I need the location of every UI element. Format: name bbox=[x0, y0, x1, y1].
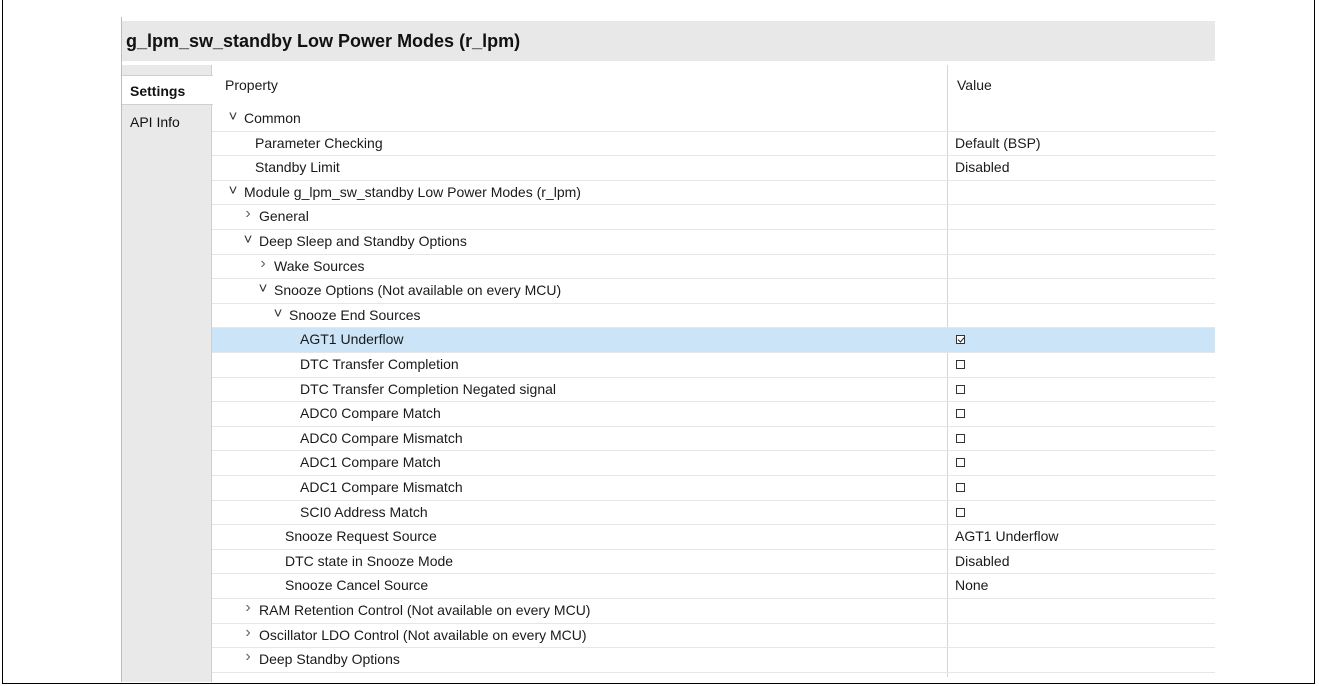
table-row[interactable]: Standby Limit Disabled bbox=[212, 156, 1215, 181]
row-label: Snooze Request Source bbox=[285, 528, 437, 545]
table-row[interactable]: ˅ Common bbox=[212, 107, 1215, 132]
row-label: Module g_lpm_sw_standby Low Power Modes … bbox=[244, 183, 581, 200]
chevron-down-icon[interactable]: ˅ bbox=[241, 231, 255, 248]
chevron-down-icon[interactable]: ˅ bbox=[271, 305, 285, 322]
table-row[interactable]: AGT1 Underflow bbox=[212, 328, 1215, 353]
row-checkbox[interactable] bbox=[956, 483, 965, 492]
table-row[interactable]: Snooze Cancel Source None bbox=[212, 574, 1215, 599]
table-row[interactable]: ˅ Deep Sleep and Standby Options bbox=[212, 230, 1215, 255]
tab-settings[interactable]: Settings bbox=[122, 75, 213, 105]
table-row[interactable]: ADC1 Compare Mismatch bbox=[212, 476, 1215, 501]
chevron-down-icon[interactable]: ˅ bbox=[256, 280, 270, 297]
row-label: ADC1 Compare Match bbox=[300, 454, 441, 471]
row-label: Parameter Checking bbox=[255, 134, 383, 151]
chevron-down-icon[interactable]: ˅ bbox=[226, 108, 240, 125]
table-row[interactable]: › RAM Retention Control (Not available on… bbox=[212, 599, 1215, 624]
table-row[interactable]: Parameter Checking Default (BSP) bbox=[212, 132, 1215, 157]
chevron-down-icon[interactable]: ˅ bbox=[226, 182, 240, 199]
row-checkbox[interactable] bbox=[956, 335, 965, 345]
tab-api-info[interactable]: API Info bbox=[122, 107, 212, 137]
row-label: Snooze End Sources bbox=[289, 306, 421, 323]
table-row[interactable]: ADC0 Compare Mismatch bbox=[212, 427, 1215, 452]
row-value[interactable]: AGT1 Underflow bbox=[955, 528, 1058, 544]
table-row[interactable]: DTC state in Snooze Mode Disabled bbox=[212, 550, 1215, 575]
table-row[interactable]: › Wake Sources bbox=[212, 255, 1215, 280]
row-label: Oscillator LDO Control (Not available on… bbox=[259, 626, 587, 643]
row-label: ADC1 Compare Mismatch bbox=[300, 479, 463, 495]
row-value[interactable]: None bbox=[955, 577, 988, 593]
row-label: RAM Retention Control (Not available on … bbox=[259, 602, 591, 618]
value-column-header[interactable]: Value bbox=[957, 77, 992, 93]
chevron-right-icon[interactable]: › bbox=[241, 624, 255, 642]
table-header: Property Value bbox=[212, 65, 1215, 107]
row-label: ADC0 Compare Mismatch bbox=[300, 429, 463, 446]
row-label: General bbox=[259, 208, 309, 225]
row-label: Deep Standby Options bbox=[259, 651, 400, 668]
table-row[interactable]: ADC1 Compare Match bbox=[212, 451, 1215, 476]
row-checkbox[interactable] bbox=[956, 360, 965, 369]
table-row[interactable]: ˅ Snooze End Sources bbox=[212, 304, 1215, 329]
row-checkbox[interactable] bbox=[956, 409, 965, 419]
table-row[interactable]: ˅ Module g_lpm_sw_standby Low Power Modes… bbox=[212, 181, 1215, 206]
row-label: DTC state in Snooze Mode bbox=[285, 552, 454, 569]
row-label: DTC Transfer Completion Negated signal bbox=[300, 380, 557, 397]
row-checkbox[interactable] bbox=[956, 384, 965, 394]
row-label: Wake Sources bbox=[274, 257, 365, 274]
table-row[interactable]: DTC Transfer Completion bbox=[212, 353, 1215, 378]
table-row[interactable]: ˅ Snooze Options (Not available on every … bbox=[212, 279, 1215, 304]
property-column-header[interactable]: Property bbox=[225, 77, 278, 93]
table-row[interactable]: DTC Transfer Completion Negated signal bbox=[212, 378, 1215, 403]
chevron-right-icon[interactable]: › bbox=[256, 255, 270, 273]
row-label: Snooze Options (Not available on every M… bbox=[274, 282, 562, 299]
row-label: DTC Transfer Completion bbox=[300, 356, 459, 372]
table-row[interactable]: Snooze Request Source AGT1 Underflow bbox=[212, 525, 1215, 550]
row-label: ADC0 Compare Match bbox=[300, 405, 441, 422]
table-row[interactable]: › Oscillator LDO Control (Not available o… bbox=[212, 624, 1215, 649]
row-label: AGT1 Underflow bbox=[300, 331, 404, 348]
table-row[interactable]: ADC0 Compare Match bbox=[212, 402, 1215, 427]
row-label: Deep Sleep and Standby Options bbox=[259, 233, 467, 249]
row-label: Common bbox=[244, 110, 301, 126]
tab-strip: Settings API Info bbox=[122, 65, 213, 682]
row-checkbox[interactable] bbox=[956, 433, 965, 443]
panel-title: g_lpm_sw_standby Low Power Modes (r_lpm) bbox=[122, 21, 1215, 61]
table-row[interactable]: › Deep Standby Options bbox=[212, 648, 1215, 673]
row-checkbox[interactable] bbox=[956, 458, 965, 468]
chevron-right-icon[interactable]: › bbox=[241, 648, 255, 666]
row-value[interactable]: Disabled bbox=[955, 159, 1009, 175]
row-label: Standby Limit bbox=[255, 159, 340, 176]
row-value[interactable]: Disabled bbox=[955, 553, 1009, 569]
chevron-right-icon[interactable]: › bbox=[241, 599, 255, 617]
table-row[interactable]: SCI0 Address Match bbox=[212, 501, 1215, 526]
row-checkbox[interactable] bbox=[956, 507, 965, 517]
table-row[interactable]: › General bbox=[212, 205, 1215, 230]
row-label: Snooze Cancel Source bbox=[285, 577, 429, 594]
row-label: SCI0 Address Match bbox=[300, 503, 428, 520]
chevron-right-icon[interactable]: › bbox=[241, 205, 255, 223]
row-value[interactable]: Default (BSP) bbox=[955, 135, 1041, 151]
